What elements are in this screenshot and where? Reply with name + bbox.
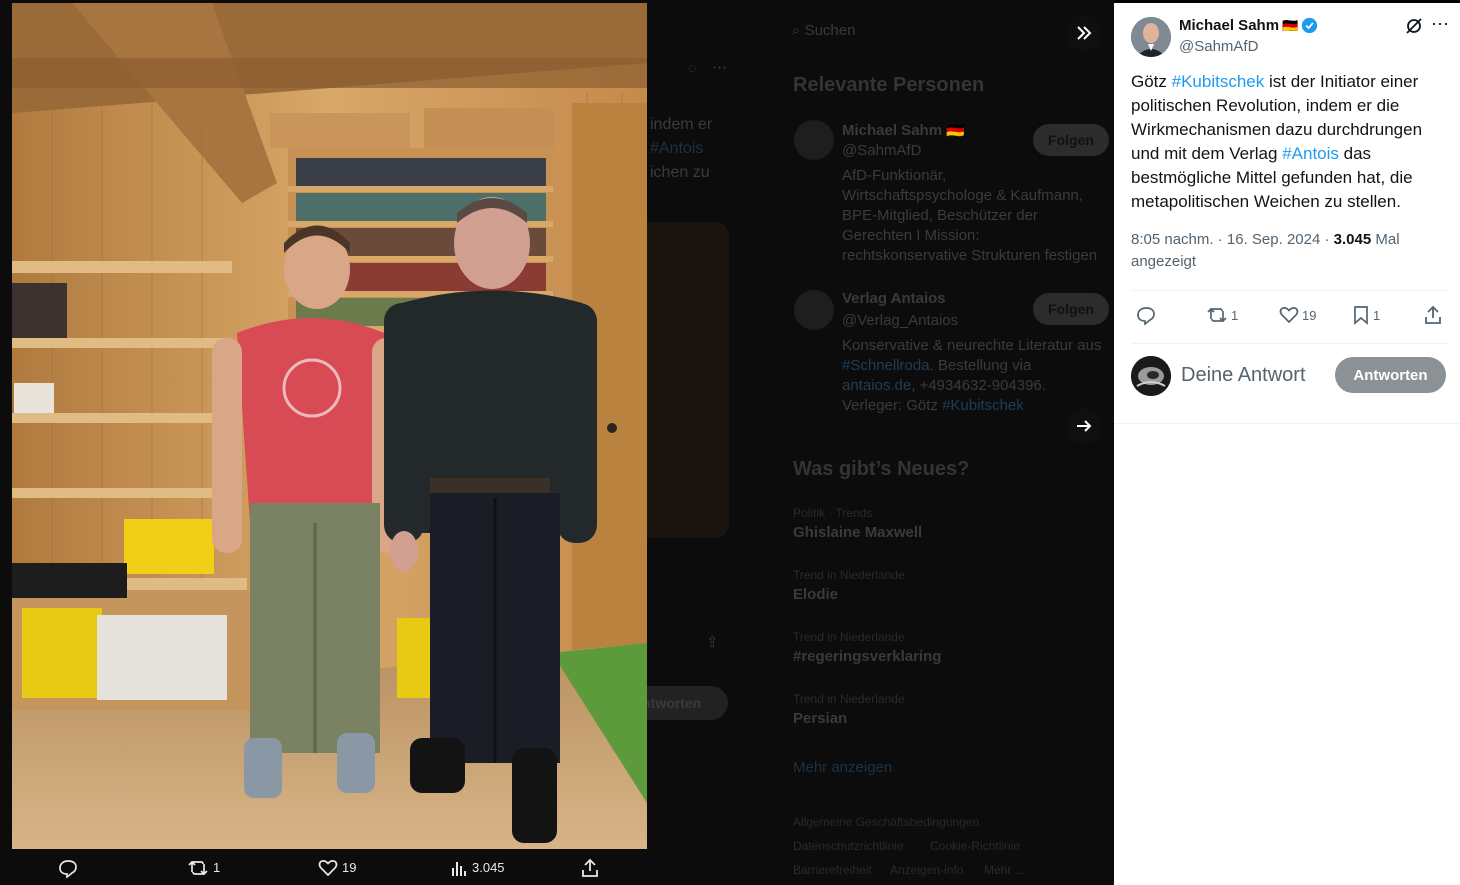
share-button[interactable] <box>1423 303 1443 327</box>
share-icon[interactable]: ⇪ <box>706 633 719 651</box>
avatar[interactable] <box>794 290 834 330</box>
grok-icon[interactable]: ◌ <box>688 60 697 77</box>
divider <box>1131 290 1449 291</box>
search-placeholder: Suchen <box>804 22 856 39</box>
views-count: 3.045 <box>472 860 505 875</box>
media-action-bar: 1 19 3.045 <box>0 850 646 885</box>
like-button[interactable]: 19 <box>318 850 356 885</box>
avatar-image <box>1131 356 1171 396</box>
person-name[interactable]: Michael Sahm 🇩🇪 <box>842 121 965 139</box>
follow-button[interactable]: Folgen <box>1033 293 1109 325</box>
next-image-button[interactable] <box>1066 408 1102 444</box>
post-text: Götz #Kubitschek ist der Initiator einer… <box>1131 72 1423 211</box>
avatar[interactable] <box>1131 356 1171 396</box>
person-bio: AfD-Funktionär, Wirtschaftspsychologe & … <box>842 167 1098 264</box>
flag-icon: 🇩🇪 <box>1282 17 1299 33</box>
divider <box>1114 423 1460 424</box>
heart-icon <box>318 859 338 876</box>
footer-link[interactable]: Anzeigen-info <box>890 863 963 877</box>
person-handle: @Verlag_Antaios <box>842 312 959 329</box>
news-heading: Was gibt’s Neues? <box>793 458 970 480</box>
retweet-icon <box>1207 307 1227 323</box>
bookmark-icon <box>1354 306 1368 325</box>
reply-icon <box>59 859 77 878</box>
collapse-panel-button[interactable] <box>1066 15 1102 51</box>
reply-icon <box>1137 307 1155 325</box>
bookmark-count: 1 <box>1373 307 1381 323</box>
double-chevron-right-icon <box>1077 26 1092 40</box>
like-count: 19 <box>342 860 357 875</box>
arrow-right-icon <box>1077 420 1092 432</box>
author-handle[interactable]: @SahmAfD <box>1179 38 1258 55</box>
like-button[interactable]: 19 <box>1279 303 1316 327</box>
views-button[interactable]: 3.045 <box>450 850 505 885</box>
person-bio: Konservative & neurechte Literatur aus #… <box>842 337 1102 414</box>
photo-scene <box>12 3 647 849</box>
grok-button[interactable] <box>1404 16 1424 41</box>
bookmark-button[interactable]: 1 <box>1352 303 1380 327</box>
reply-submit-button[interactable]: Antworten <box>1335 357 1446 393</box>
post-views: 3.045 <box>1333 231 1372 248</box>
trend-title[interactable]: Ghislaine Maxwell <box>793 524 922 541</box>
retweet-count: 1 <box>1231 307 1239 323</box>
trend-context: Trend in Niederlande <box>793 692 905 706</box>
retweet-button[interactable]: 1 <box>187 850 220 885</box>
avatar-image <box>1131 17 1171 57</box>
reply-input[interactable]: Deine Antwort <box>1181 364 1306 387</box>
author-name[interactable]: Michael Sahm 🇩🇪 <box>1179 17 1318 34</box>
author-name-text: Michael Sahm <box>1179 17 1280 34</box>
trend-context: Trend in Niederlande <box>793 630 905 644</box>
like-count: 19 <box>1302 307 1317 323</box>
share-button[interactable] <box>580 850 600 885</box>
search-bar[interactable]: ⌕ Suchen <box>792 22 855 39</box>
reply-button[interactable] <box>58 850 78 885</box>
grok-icon <box>1406 18 1422 34</box>
trend-title[interactable]: #regeringsverklaring <box>793 648 941 665</box>
heart-icon <box>1279 306 1299 324</box>
share-icon <box>582 858 598 877</box>
post-photo <box>12 3 647 849</box>
footer-link[interactable]: Barrierefreiheit <box>793 863 872 877</box>
post-time[interactable]: 8:05 nachm. <box>1131 231 1214 248</box>
footer-link[interactable]: Mehr ... <box>984 863 1025 877</box>
tweet-fragment: #Antois <box>650 140 704 157</box>
avatar[interactable] <box>794 120 834 160</box>
trend-context: Trend in Niederlande <box>793 568 905 582</box>
hashtag-link[interactable]: #Antois <box>1282 144 1339 163</box>
relevant-heading: Relevante Personen <box>793 74 985 96</box>
hashtag-link[interactable]: #Kubitschek <box>1172 72 1265 91</box>
tweet-fragment: indem er <box>650 116 713 133</box>
show-more-link[interactable]: Mehr anzeigen <box>793 759 892 776</box>
post-date[interactable]: 16. Sep. 2024 <box>1227 231 1320 248</box>
footer-link[interactable]: Cookie-Richtlinie <box>930 839 1020 853</box>
verified-badge-icon <box>1302 17 1318 34</box>
person-handle: @SahmAfD <box>842 142 922 159</box>
avatar[interactable] <box>1131 17 1171 57</box>
trend-title[interactable]: Persian <box>793 710 847 727</box>
follow-button[interactable]: Folgen <box>1033 124 1109 156</box>
more-icon[interactable]: ⋯ <box>712 58 727 76</box>
antworten-button[interactable]: Antworten <box>632 686 728 720</box>
trend-title[interactable]: Elodie <box>793 586 838 603</box>
retweet-icon <box>188 860 208 875</box>
post-meta: 8:05 nachm. · 16. Sep. 2024 · 3.045 Mal … <box>1131 231 1400 270</box>
reply-button[interactable] <box>1136 303 1156 327</box>
post-detail-panel: Michael Sahm 🇩🇪 @SahmAfD ⋯ Götz #Kubitsc… <box>1114 3 1460 885</box>
footer-link[interactable]: Datenschutzrichtlinie <box>793 839 904 853</box>
retweet-count: 1 <box>213 860 221 875</box>
share-icon <box>1425 305 1441 324</box>
trend-context: Politik · Trends <box>793 506 873 520</box>
person-name[interactable]: Verlag Antaios <box>842 290 946 307</box>
bar-chart-icon <box>452 861 466 876</box>
tweet-fragment: ichen zu <box>650 164 710 181</box>
retweet-button[interactable]: 1 <box>1206 303 1238 327</box>
divider <box>1131 343 1449 344</box>
more-options-icon[interactable]: ⋯ <box>1431 14 1449 35</box>
media-card <box>646 222 729 538</box>
footer-link[interactable]: Allgemeine Geschäftsbedingungen <box>793 815 979 829</box>
